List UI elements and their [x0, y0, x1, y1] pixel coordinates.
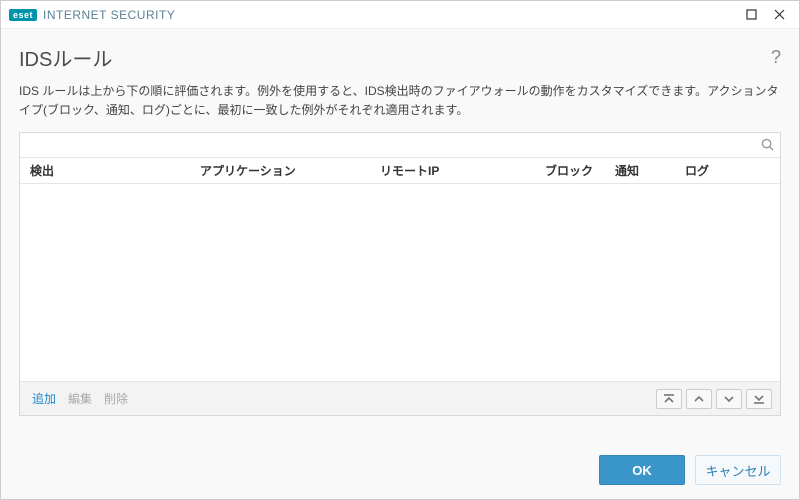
chevron-up-icon: [693, 393, 705, 405]
col-log[interactable]: ログ: [675, 162, 780, 179]
move-top-button[interactable]: [656, 389, 682, 409]
table-body: [20, 184, 780, 381]
maximize-button[interactable]: [737, 3, 765, 27]
add-button[interactable]: 追加: [28, 388, 60, 409]
col-notify[interactable]: 通知: [605, 162, 675, 179]
table-toolbar: 追加 編集 削除: [20, 381, 780, 415]
search-row: [20, 133, 780, 158]
table-header: 検出 アプリケーション リモートIP ブロック 通知 ログ: [20, 158, 780, 184]
brand-name: INTERNET SECURITY: [43, 8, 175, 22]
move-bottom-button[interactable]: [746, 389, 772, 409]
move-up-button[interactable]: [686, 389, 712, 409]
close-icon: [774, 9, 785, 20]
move-down-button[interactable]: [716, 389, 742, 409]
titlebar: eset INTERNET SECURITY: [1, 1, 799, 29]
help-button[interactable]: ?: [771, 47, 781, 68]
page-description: IDS ルールは上から下の順に評価されます。例外を使用すると、IDS検出時のファ…: [1, 76, 799, 132]
chevron-down-icon: [723, 393, 735, 405]
cancel-button[interactable]: キャンセル: [695, 455, 781, 485]
window: eset INTERNET SECURITY IDSルール ? IDS ルールは…: [0, 0, 800, 500]
chevron-bar-down-icon: [753, 393, 765, 405]
help-icon: ?: [771, 47, 781, 67]
col-application[interactable]: アプリケーション: [190, 162, 370, 179]
page-title: IDSルール: [19, 43, 771, 72]
delete-button[interactable]: 削除: [100, 388, 132, 409]
col-remote-ip[interactable]: リモートIP: [370, 162, 535, 179]
rules-table: 検出 アプリケーション リモートIP ブロック 通知 ログ 追加 編集 削除: [19, 132, 781, 416]
col-block[interactable]: ブロック: [535, 162, 605, 179]
edit-button[interactable]: 編集: [64, 388, 96, 409]
col-detection[interactable]: 検出: [20, 162, 190, 179]
dialog-footer: OK キャンセル: [1, 443, 799, 499]
search-input[interactable]: [20, 133, 780, 157]
close-button[interactable]: [765, 3, 793, 27]
chevron-bar-up-icon: [663, 393, 675, 405]
brand-badge: eset: [9, 9, 37, 21]
header-row: IDSルール ?: [1, 29, 799, 76]
ok-button[interactable]: OK: [599, 455, 685, 485]
square-icon: [746, 9, 757, 20]
